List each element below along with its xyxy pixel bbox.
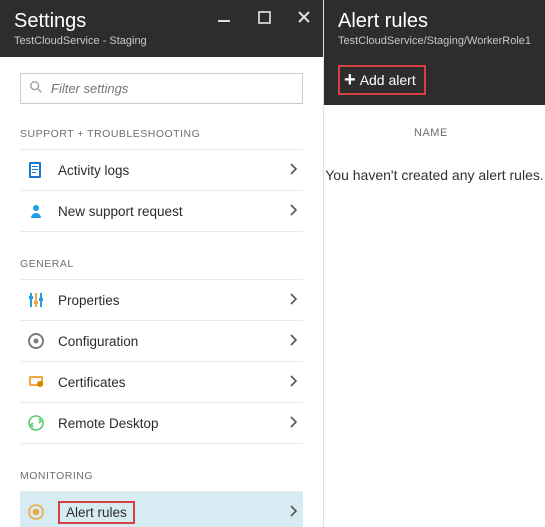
nav-item-label: Certificates (58, 375, 289, 390)
section-support-title: SUPPORT + TROUBLESHOOTING (20, 128, 303, 140)
command-bar: + Add alert (324, 57, 545, 105)
plus-icon: + (344, 70, 356, 90)
maximize-button[interactable] (253, 6, 275, 28)
settings-header: Settings TestCloudService - Staging (0, 0, 323, 57)
chevron-right-icon (289, 375, 297, 390)
minimize-button[interactable] (213, 6, 235, 28)
settings-panel: Settings TestCloudService - Staging (0, 0, 324, 527)
settings-content: SUPPORT + TROUBLESHOOTING Activity logs … (0, 57, 323, 527)
section-general-title: GENERAL (20, 258, 303, 270)
nav-alert-rules[interactable]: Alert rules (20, 491, 303, 527)
add-alert-button[interactable]: + Add alert (338, 65, 426, 95)
nav-certificates[interactable]: Certificates (20, 361, 303, 403)
filter-settings-input[interactable] (51, 81, 294, 96)
chevron-right-icon (289, 416, 297, 431)
add-alert-label: Add alert (360, 72, 416, 88)
gear-icon (26, 331, 46, 351)
nav-item-label: Activity logs (58, 163, 289, 178)
alert-icon (26, 502, 46, 522)
alert-rules-content: NAME You haven't created any alert rules… (324, 105, 545, 183)
empty-state-text: You haven't created any alert rules. (324, 167, 545, 183)
chevron-right-icon (289, 293, 297, 308)
alert-rules-title: Alert rules (338, 9, 531, 33)
nav-item-label: Configuration (58, 334, 289, 349)
search-icon (29, 80, 43, 97)
nav-item-label: Properties (58, 293, 289, 308)
alert-rules-highlight: Alert rules (58, 501, 135, 524)
chevron-right-icon (289, 163, 297, 178)
alert-rules-header: Alert rules TestCloudService/Staging/Wor… (324, 0, 545, 57)
section-monitoring-title: MONITORING (20, 470, 303, 482)
filter-settings-field[interactable] (20, 73, 303, 104)
column-header-name: NAME (324, 105, 545, 149)
nav-configuration[interactable]: Configuration (20, 320, 303, 362)
properties-icon (26, 290, 46, 310)
nav-new-support-request[interactable]: New support request (20, 190, 303, 232)
chevron-right-icon (289, 334, 297, 349)
nav-item-label: New support request (58, 204, 289, 219)
chevron-right-icon (289, 204, 297, 219)
settings-subtitle: TestCloudService - Staging (14, 35, 309, 47)
remote-desktop-icon (26, 413, 46, 433)
close-button[interactable] (293, 6, 315, 28)
chevron-right-icon (289, 505, 297, 520)
alert-rules-panel: Alert rules TestCloudService/Staging/Wor… (324, 0, 545, 527)
nav-remote-desktop[interactable]: Remote Desktop (20, 402, 303, 444)
certificate-icon (26, 372, 46, 392)
support-icon (26, 201, 46, 221)
nav-item-label: Alert rules (58, 501, 289, 524)
nav-activity-logs[interactable]: Activity logs (20, 149, 303, 191)
nav-item-label: Remote Desktop (58, 416, 289, 431)
nav-properties[interactable]: Properties (20, 279, 303, 321)
alert-rules-subtitle: TestCloudService/Staging/WorkerRole1 (338, 35, 531, 47)
log-icon (26, 160, 46, 180)
